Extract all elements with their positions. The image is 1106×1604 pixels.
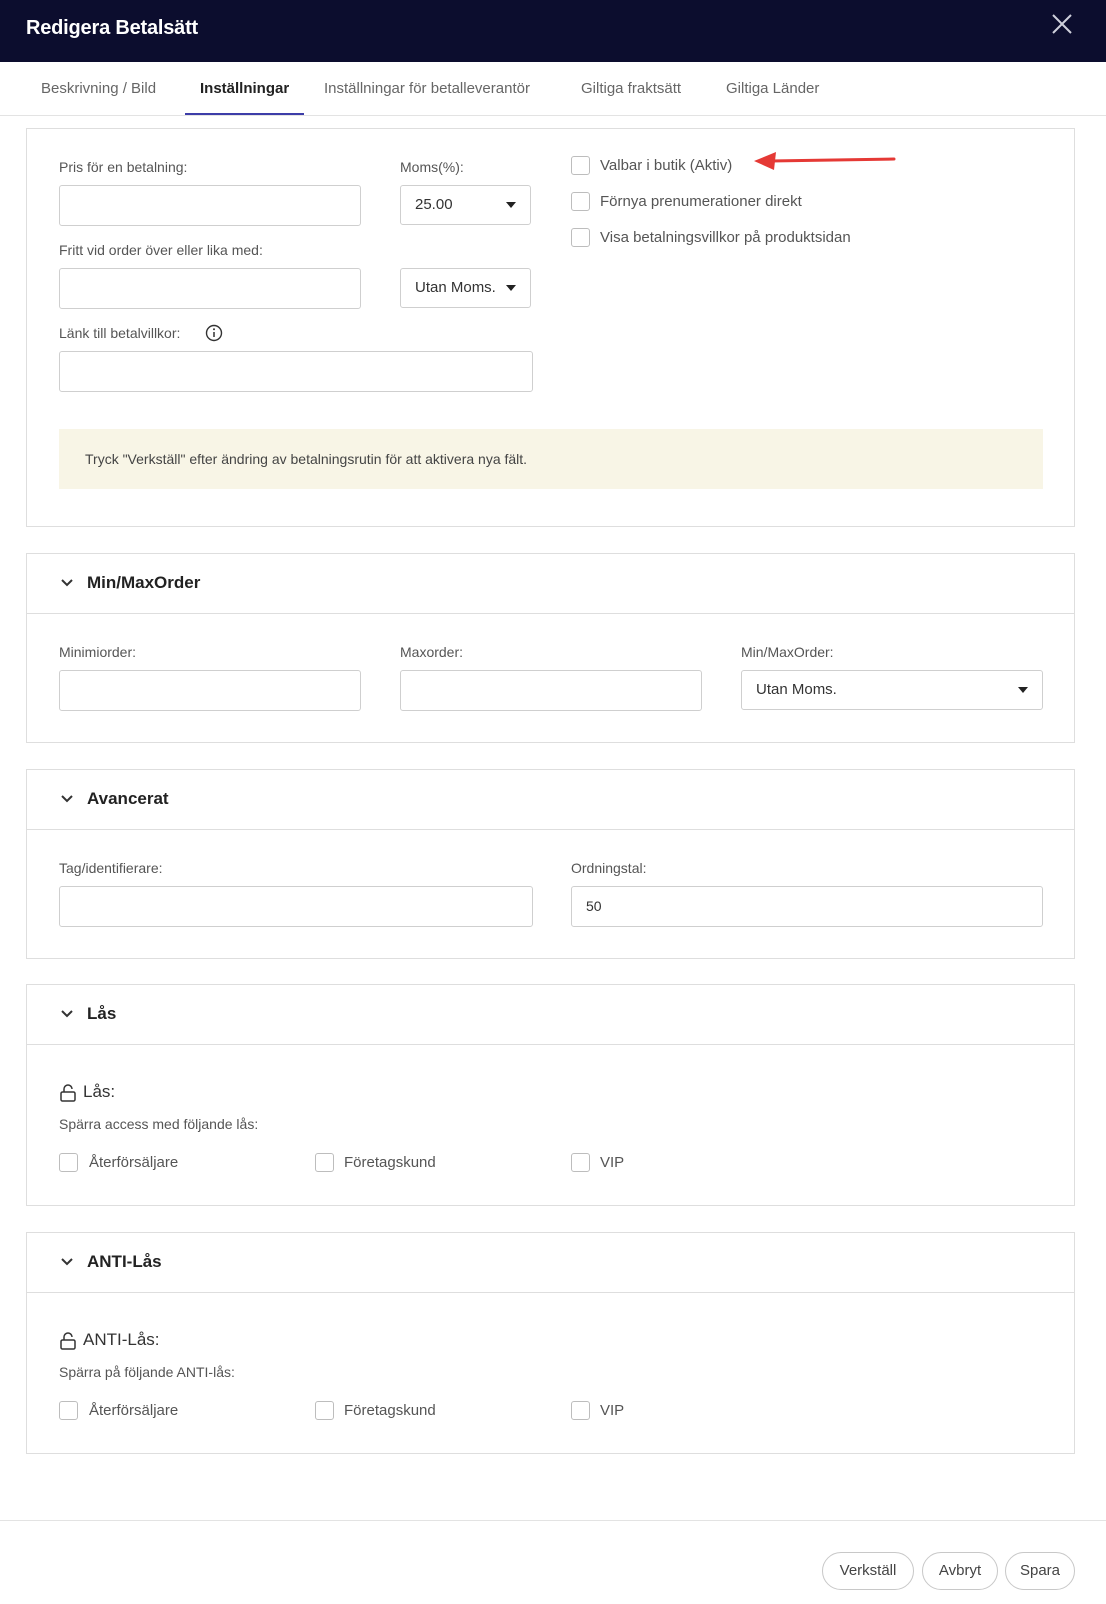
tab-description[interactable]: Beskrivning / Bild: [41, 80, 156, 97]
active-in-store-label: Valbar i butik (Aktiv): [600, 157, 733, 174]
price-label: Pris för en betalning:: [59, 159, 188, 175]
min-order-input[interactable]: [59, 670, 361, 711]
tab-bar: Beskrivning / Bild Inställningar Inställ…: [0, 62, 1106, 116]
lock-company-label: Företagskund: [344, 1154, 436, 1171]
lock-vip-checkbox[interactable]: [571, 1153, 590, 1172]
antilock-company-checkbox[interactable]: [315, 1401, 334, 1420]
chevron-down-icon: [61, 579, 73, 587]
footer-divider: [0, 1520, 1106, 1521]
caret-down-icon: [506, 285, 516, 291]
advanced-panel: Avancerat Tag/identifierare: Ordningstal…: [26, 769, 1075, 959]
show-terms-label: Visa betalningsvillkor på produktsidan: [600, 229, 851, 246]
vat-value: 25.00: [415, 196, 453, 213]
price-input[interactable]: [59, 185, 361, 226]
modal-title: Redigera Betalsätt: [26, 17, 199, 39]
min-order-label: Minimiorder:: [59, 644, 137, 660]
minmax-panel: Min/MaxOrder Minimiorder: Maxorder: Min/…: [26, 553, 1075, 743]
unlock-icon: [60, 1332, 76, 1350]
tag-input[interactable]: [59, 886, 533, 927]
chevron-down-icon: [61, 1258, 73, 1266]
renew-subscriptions-checkbox[interactable]: [571, 192, 590, 211]
caret-down-icon: [506, 202, 516, 208]
lock-vip-label: VIP: [600, 1154, 625, 1171]
info-note: Tryck "Verkställ" efter ändring av betal…: [59, 429, 1043, 489]
settings-panel: Pris för en betalning: Moms(%): 25.00 Fr…: [26, 128, 1075, 527]
apply-button[interactable]: Verkställ: [822, 1552, 914, 1590]
sort-order-label: Ordningstal:: [571, 860, 647, 876]
chevron-down-icon: [61, 795, 73, 803]
lock-header[interactable]: Lås: [27, 985, 1074, 1045]
lock-reseller-label: Återförsäljare: [89, 1154, 179, 1171]
max-order-label: Maxorder:: [400, 644, 464, 660]
close-icon[interactable]: [1050, 12, 1074, 36]
minmax-vat-select[interactable]: Utan Moms.: [741, 670, 1043, 710]
minmax-header[interactable]: Min/MaxOrder: [27, 554, 1074, 614]
show-terms-checkbox[interactable]: [571, 228, 590, 247]
terms-link-label: Länk till betalvillkor:: [59, 325, 181, 341]
caret-down-icon: [1018, 687, 1028, 693]
vat-select[interactable]: 25.00: [400, 185, 531, 225]
tab-settings[interactable]: Inställningar: [200, 80, 289, 97]
tab-countries[interactable]: Giltiga Länder: [726, 80, 819, 97]
antilock-title: ANTI-Lås: [87, 1252, 162, 1271]
red-arrow-annotation: [754, 152, 896, 170]
minmax-vat-value: Utan Moms.: [756, 681, 837, 698]
antilock-subtitle: ANTI-Lås:: [83, 1330, 160, 1349]
minmax-title: Min/MaxOrder: [87, 573, 201, 592]
lock-subtitle: Lås:: [83, 1082, 116, 1101]
free-shipping-input[interactable]: [59, 268, 361, 309]
lock-description: Spärra access med följande lås:: [59, 1116, 259, 1132]
free-vat-value: Utan Moms.: [415, 279, 496, 296]
antilock-header[interactable]: ANTI-Lås: [27, 1233, 1074, 1293]
lock-title: Lås: [87, 1004, 117, 1023]
max-order-input[interactable]: [400, 670, 702, 711]
unlock-icon: [60, 1084, 76, 1102]
tag-label: Tag/identifierare:: [59, 860, 163, 876]
antilock-company-label: Företagskund: [344, 1402, 436, 1419]
antilock-vip-checkbox[interactable]: [571, 1401, 590, 1420]
antilock-vip-label: VIP: [600, 1402, 625, 1419]
save-button[interactable]: Spara: [1005, 1552, 1075, 1590]
advanced-header[interactable]: Avancerat: [27, 770, 1074, 830]
active-in-store-checkbox[interactable]: [571, 156, 590, 175]
free-vat-select[interactable]: Utan Moms.: [400, 268, 531, 308]
lock-reseller-checkbox[interactable]: [59, 1153, 78, 1172]
lock-panel: Lås Lås: Spärra access med följande lås:…: [26, 984, 1075, 1206]
vat-label: Moms(%):: [400, 159, 464, 175]
free-shipping-label: Fritt vid order över eller lika med:: [59, 242, 263, 258]
antilock-reseller-checkbox[interactable]: [59, 1401, 78, 1420]
info-icon[interactable]: [205, 324, 223, 342]
lock-company-checkbox[interactable]: [315, 1153, 334, 1172]
active-tab-indicator: [185, 113, 304, 115]
tab-shipping-methods[interactable]: Giltiga fraktsätt: [581, 80, 681, 97]
terms-link-input[interactable]: [59, 351, 533, 392]
renew-subscriptions-label: Förnya prenumerationer direkt: [600, 193, 802, 210]
chevron-down-icon: [61, 1010, 73, 1018]
antilock-description: Spärra på följande ANTI-lås:: [59, 1364, 235, 1380]
antilock-reseller-label: Återförsäljare: [89, 1402, 179, 1419]
minmax-vat-label: Min/MaxOrder:: [741, 644, 834, 660]
advanced-title: Avancerat: [87, 789, 169, 808]
antilock-panel: ANTI-Lås ANTI-Lås: Spärra på följande AN…: [26, 1232, 1075, 1454]
tab-provider-settings[interactable]: Inställningar för betalleverantör: [324, 80, 530, 97]
cancel-button[interactable]: Avbryt: [922, 1552, 998, 1590]
modal-header: Redigera Betalsätt: [0, 0, 1106, 62]
sort-order-input[interactable]: 50: [571, 886, 1043, 927]
